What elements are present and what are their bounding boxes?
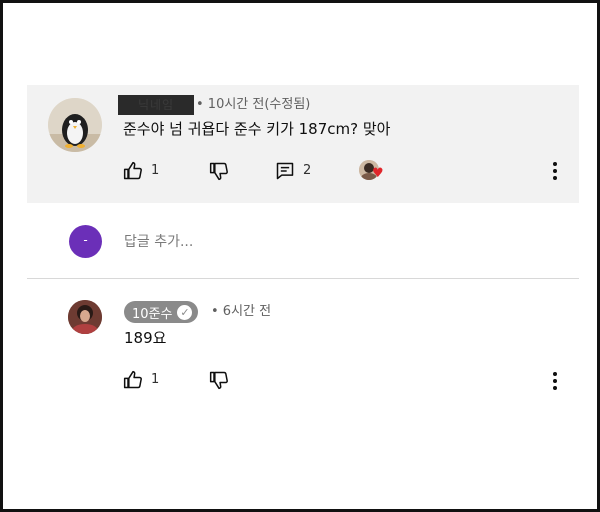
more-vert-icon[interactable] (553, 162, 557, 180)
like-button[interactable]: 1 (123, 159, 159, 183)
more-vert-icon[interactable] (553, 372, 557, 390)
creator-heart: ♥ (359, 159, 387, 183)
add-reply-input[interactable] (124, 229, 564, 255)
thumb-up-icon (123, 161, 142, 180)
avatar[interactable] (48, 98, 102, 152)
thumb-down-icon (209, 371, 228, 390)
reply-text: 189요 (124, 329, 167, 347)
reply-actions: 1 (123, 368, 563, 392)
author-name-redacted[interactable]: 닉네임 (118, 95, 194, 115)
my-avatar: - (69, 225, 102, 258)
divider (27, 278, 579, 279)
dislike-button[interactable] (209, 368, 229, 392)
penguin-avatar-image (48, 98, 102, 152)
like-count: 1 (151, 163, 160, 178)
dislike-button[interactable] (209, 159, 229, 183)
reply-timestamp: • 6시간 전 (211, 304, 272, 319)
comment-timestamp: • 10시간 전(수정됨) (196, 97, 311, 112)
screenshot-frame: 닉네임 • 10시간 전(수정됨) 준수야 넘 귀욥다 준수 키가 187cm?… (0, 0, 600, 512)
like-button[interactable]: 1 (123, 368, 159, 392)
thumb-up-icon (123, 370, 142, 389)
heart-icon: ♥ (372, 166, 384, 181)
check-icon: ✓ (177, 304, 193, 320)
reply-count: 2 (303, 163, 312, 178)
reply-avatar[interactable] (68, 300, 102, 334)
thumb-down-icon (209, 162, 228, 181)
channel-owner-chip[interactable]: 10준수 ✓ (124, 301, 199, 323)
comment-text: 준수야 넘 귀욥다 준수 키가 187cm? 맞아 (123, 120, 391, 138)
comment-icon (276, 162, 294, 180)
reply-avatar-image (68, 300, 102, 334)
reply-button[interactable]: 2 (275, 159, 311, 183)
top-comment: 닉네임 • 10시간 전(수정됨) 준수야 넘 귀욥다 준수 키가 187cm?… (27, 85, 579, 203)
reply-author-name: 10준수 (132, 306, 173, 322)
like-count: 1 (151, 372, 160, 387)
comment-actions: 1 2 ♥ (123, 159, 563, 183)
